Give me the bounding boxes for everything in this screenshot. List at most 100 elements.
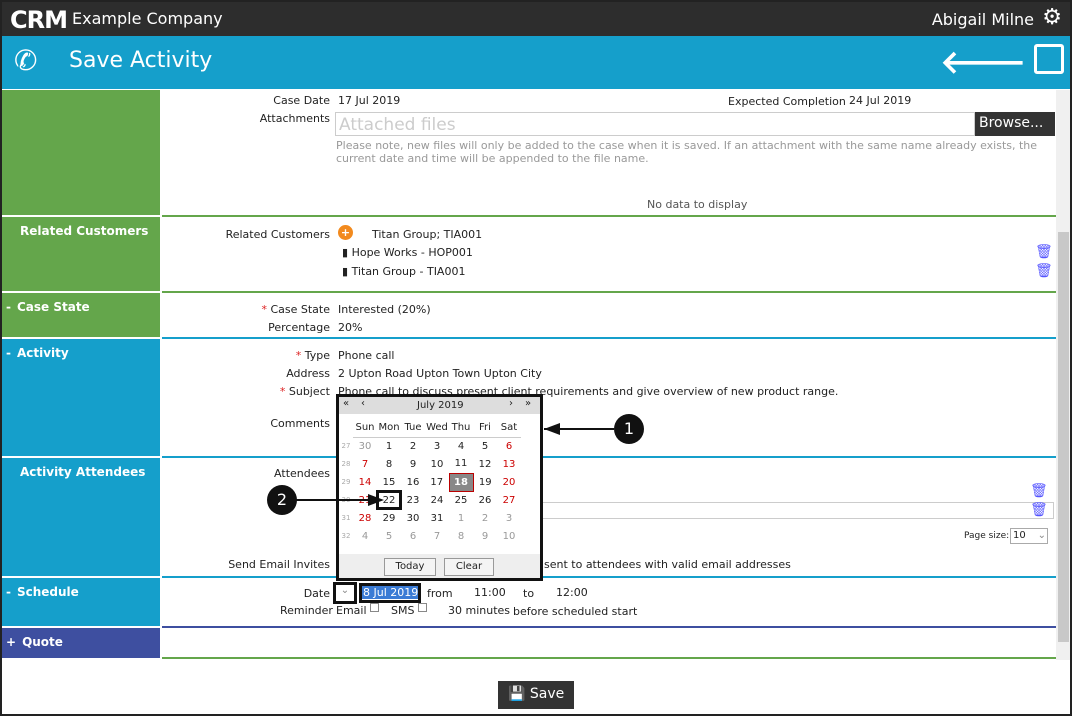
next-year-button[interactable]: » [525,398,531,409]
calendar-day[interactable]: 14 [353,473,377,491]
customer-name: Titan Group - TIA001 [351,265,466,278]
calendar-day[interactable]: 27 [497,491,521,509]
section-quote[interactable]: + Quote [2,628,160,658]
calendar-day[interactable]: 1 [449,509,473,527]
attachment-note: Please note, new files will only be adde… [336,139,1038,165]
reminder-label: Reminder [280,604,333,617]
divider [162,215,1056,217]
calendar-day[interactable]: 2 [473,509,497,527]
before-text: before scheduled start [513,605,638,618]
case-state-value: Interested (20%) [338,303,431,316]
weekday-header: Tue [401,419,425,438]
calendar-month: July 2019 [417,400,464,411]
calendar-day[interactable]: 23 [401,491,425,509]
scrollbar-thumb[interactable] [1058,232,1069,642]
calendar-day[interactable]: 3 [425,437,449,455]
date-input[interactable]: 18 Jul 2019 [359,583,421,603]
trash-icon[interactable]: 🗑 [1030,483,1048,499]
list-item[interactable]: ▮ Titan Group - TIA001 [342,265,465,278]
calendar-day[interactable]: 11 [449,455,473,473]
calendar-day[interactable]: 16 [401,473,425,491]
calendar-day[interactable]: 9 [401,455,425,473]
calendar-day[interactable]: 5 [377,527,401,545]
calendar-day[interactable]: 12 [473,455,497,473]
calendar-day[interactable]: 4 [449,437,473,455]
calendar-day[interactable]: 3 [497,509,521,527]
date-dropdown-button[interactable]: ⌄ [333,582,357,604]
calendar-day[interactable]: 8 [377,455,401,473]
sms-label: SMS [391,604,415,617]
calendar-day[interactable]: 19 [473,473,497,491]
building-icon: ▮ [342,265,349,278]
list-item[interactable]: ▮ Hope Works - HOP001 [342,246,473,259]
next-month-button[interactable]: › [509,398,513,409]
calendar-day[interactable]: 17 [425,473,449,491]
section-label: Quote [22,635,63,649]
prev-year-button[interactable]: « [343,398,349,409]
section-label: Activity Attendees [20,465,146,479]
calendar-day[interactable]: 31 [425,509,449,527]
save-icon: 💾 [508,686,526,702]
chevron-down-icon: ⌄ [1037,530,1046,541]
save-button[interactable]: 💾 Save [498,681,574,709]
gear-icon[interactable]: ⚙ [1042,5,1062,30]
calendar-day[interactable]: 7 [353,455,377,473]
calendar-day[interactable]: 7 [425,527,449,545]
calendar-day[interactable]: 29 [377,509,401,527]
page-header: ✆ Save Activity 🡐 [2,36,1070,89]
company-name: Example Company [72,9,223,28]
today-button[interactable]: Today [384,558,436,576]
address-label: Address [286,367,330,380]
end-time[interactable]: 12:00 [556,586,588,599]
page-size-select[interactable]: 10 ⌄ [1010,528,1048,544]
calendar-day[interactable]: 6 [497,437,521,455]
section-schedule[interactable]: - Schedule [2,578,160,626]
calendar-day[interactable]: 30 [401,509,425,527]
attachments-label: Attachments [259,112,330,125]
save-icon[interactable] [1034,44,1064,74]
calendar-day[interactable]: 13 [497,455,521,473]
add-icon[interactable]: + [338,225,353,240]
section-label: Case State [16,300,90,314]
divider [162,626,1056,628]
calendar-day[interactable]: 30 [353,437,377,455]
calendar-day[interactable]: 4 [353,527,377,545]
calendar-day[interactable]: 5 [473,437,497,455]
attendees-label: Attendees [274,467,330,480]
trash-icon[interactable]: 🗑 [1035,244,1053,260]
user-name[interactable]: Abigail Milne [932,10,1034,29]
calendar-day[interactable]: 26 [473,491,497,509]
calendar-day[interactable]: 2 [401,437,425,455]
clear-button[interactable]: Clear [444,558,494,576]
weekday-header: Thu [449,419,473,438]
email-label: Email [336,604,367,617]
reminder-minutes[interactable]: 30 minutes [448,604,510,617]
calendar-day[interactable]: 8 [449,527,473,545]
calendar-day[interactable]: 9 [473,527,497,545]
calendar-day[interactable]: 1 [377,437,401,455]
start-time[interactable]: 11:00 [474,586,506,599]
calendar-day[interactable]: 15 [377,473,401,491]
trash-icon[interactable]: 🗑 [1030,502,1048,518]
calendar-day[interactable]: 18 [448,472,474,492]
section-activity[interactable]: - Activity [2,339,160,456]
section-case-state[interactable]: - Case State [2,293,160,337]
prev-month-button[interactable]: ‹ [361,398,365,409]
section-related-customers[interactable]: Related Customers [2,217,160,291]
email-checkbox[interactable] [370,603,379,612]
related-customer-input[interactable]: Titan Group; TIA001 [372,228,482,241]
browse-button[interactable]: Browse... [975,112,1055,136]
section-activity-attendees[interactable]: Activity Attendees [2,458,160,576]
calendar-day[interactable]: 10 [425,455,449,473]
calendar-day[interactable]: 25 [449,491,473,509]
back-arrow-icon[interactable]: 🡐 [940,42,1026,81]
calendar-day[interactable]: 24 [425,491,449,509]
calendar-day[interactable]: 28 [353,509,377,527]
sms-checkbox[interactable] [418,603,427,612]
trash-icon[interactable]: 🗑 [1035,263,1053,279]
calendar-day[interactable]: 10 [497,527,521,545]
calendar-day[interactable]: 6 [401,527,425,545]
arrow-head [368,494,384,506]
calendar-day[interactable]: 20 [497,473,521,491]
attachments-input[interactable]: Attached files [335,112,975,136]
